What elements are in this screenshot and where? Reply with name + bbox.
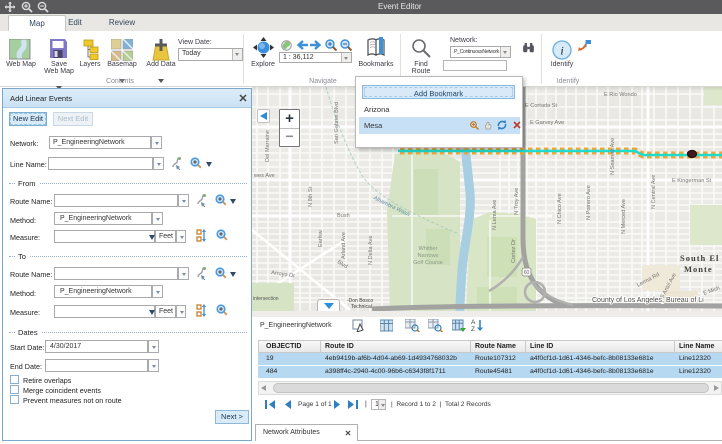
svg-text:County of Los Angeles, Bureau: County of Los Angeles, Bureau of Li (592, 297, 704, 304)
svg-text:Alhambra Wash: Alhambra Wash (371, 195, 410, 218)
svg-text:Z: Z (471, 326, 475, 332)
svg-text:Monte: Monte (684, 264, 713, 274)
svg-text:Arroyo Dr: Arroyo Dr (271, 270, 296, 279)
svg-text:N Potrero Ave: N Potrero Ave (586, 185, 592, 220)
svg-text:Arland Ave: Arland Ave (341, 232, 347, 259)
svg-text:N Chico Ave: N Chico Ave (557, 193, 563, 224)
svg-text:wes Ave: wes Ave (253, 173, 275, 179)
svg-text:N Troy Ave: N Troy Ave (514, 188, 520, 215)
svg-text:N Central Ave: N Central Ave (651, 175, 657, 209)
svg-text:E Cortada St: E Cortada St (525, 103, 557, 109)
svg-text:Golf Course: Golf Course (413, 260, 443, 266)
svg-text:S Ansil Ave: S Ansil Ave (659, 272, 677, 299)
svg-text:i: i (560, 44, 563, 58)
svg-text:Technical: Technical (351, 304, 372, 310)
svg-text:N Lema Ave: N Lema Ave (492, 200, 498, 230)
svg-text:E Rio Wondo: E Rio Wondo (604, 92, 637, 98)
svg-text:Earlsw: Earlsw (318, 229, 324, 247)
svg-text:Bush: Bush (337, 213, 350, 219)
svg-text:Blvd: Blvd (336, 260, 348, 271)
svg-text:N Seaman Ave: N Seaman Ave (610, 138, 616, 175)
svg-text:Narrows: Narrows (418, 253, 439, 259)
svg-text:E Mich: E Mich (703, 285, 721, 296)
svg-text:San Gabriel Blvd: San Gabriel Blvd (334, 102, 340, 144)
svg-text:Lerma Rd: Lerma Rd (636, 272, 661, 289)
svg-text:E Kingerman St: E Kingerman St (672, 178, 712, 184)
svg-text:South El: South El (680, 253, 719, 263)
svg-text:Cortez Dr: Cortez Dr (511, 239, 517, 263)
svg-text:A: A (471, 319, 476, 326)
svg-text:intersection: intersection (253, 296, 279, 302)
svg-text:N Delta Ave: N Delta Ave (368, 236, 374, 265)
svg-text:E Garvey Ave: E Garvey Ave (530, 120, 564, 126)
svg-text:N 8th St: N 8th St (308, 186, 314, 207)
svg-text:Whittier: Whittier (419, 246, 438, 252)
svg-text:N Merced Ave: N Merced Ave (621, 199, 627, 234)
svg-text:Del Marraine: Del Marraine (265, 130, 271, 162)
